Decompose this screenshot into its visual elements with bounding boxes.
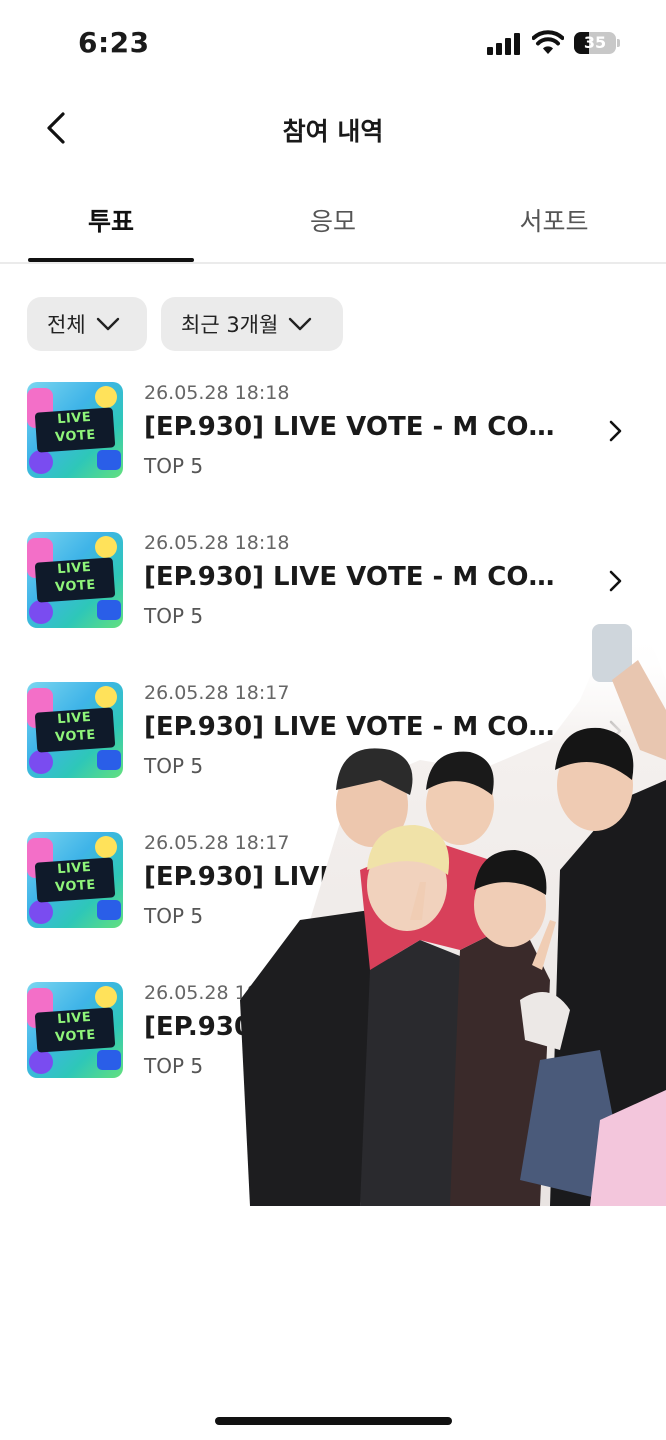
- live-vote-thumbnail: LIVE VOTE: [27, 382, 123, 478]
- status-time: 6:23: [78, 26, 150, 59]
- active-tab-indicator: [28, 258, 194, 262]
- wifi-icon: [532, 30, 564, 54]
- tab-entry[interactable]: 응모: [250, 202, 416, 238]
- page-title: 참여 내역: [282, 117, 384, 146]
- item-rank: TOP 5: [144, 454, 204, 478]
- live-vote-thumbnail: LIVE VOTE: [27, 682, 123, 778]
- battery-level: 35: [583, 33, 607, 52]
- chevron-right-icon: [609, 570, 622, 592]
- live-vote-thumbnail: LIVE VOTE: [27, 982, 123, 1078]
- home-indicator: [215, 1417, 452, 1425]
- category-filter-label: 전체: [47, 313, 86, 337]
- item-title: [EP.930] LIVE VOTE - M COUN...: [144, 412, 574, 442]
- item-rank: TOP 5: [144, 754, 204, 778]
- battery-cap: [617, 39, 620, 47]
- category-filter-dropdown[interactable]: 전체: [27, 297, 147, 351]
- item-rank: TOP 5: [144, 1054, 204, 1078]
- cellular-signal-icon: [487, 33, 521, 55]
- chevron-down-icon: [96, 317, 119, 331]
- tab-bar: 투표 응모 서포트: [0, 190, 666, 264]
- chevron-down-icon: [289, 317, 312, 331]
- header: 참여 내역: [0, 92, 666, 164]
- tab-vote[interactable]: 투표: [28, 202, 194, 238]
- live-vote-thumbnail: LIVE VOTE: [27, 832, 123, 928]
- item-title: [EP.930] LIVE VOTE - M COUN...: [144, 562, 574, 592]
- period-filter-dropdown[interactable]: 최근 3개월: [161, 297, 343, 351]
- item-rank: TOP 5: [144, 604, 204, 628]
- tab-support[interactable]: 서포트: [471, 202, 637, 238]
- battery-icon: 35: [574, 32, 616, 54]
- period-filter-label: 최근 3개월: [181, 313, 279, 337]
- item-date: 26.05.28 18:18: [144, 532, 290, 554]
- list-item[interactable]: LIVE VOTE 26.05.28 18:18 [EP.930] LIVE VO…: [0, 382, 666, 502]
- live-vote-thumbnail: LIVE VOTE: [27, 532, 123, 628]
- item-rank: TOP 5: [144, 904, 204, 928]
- item-date: 26.05.28 18:18: [144, 382, 290, 404]
- chevron-right-icon: [609, 420, 622, 442]
- status-bar: 6:23 35: [0, 0, 666, 88]
- group-photo-overlay: [240, 624, 666, 1206]
